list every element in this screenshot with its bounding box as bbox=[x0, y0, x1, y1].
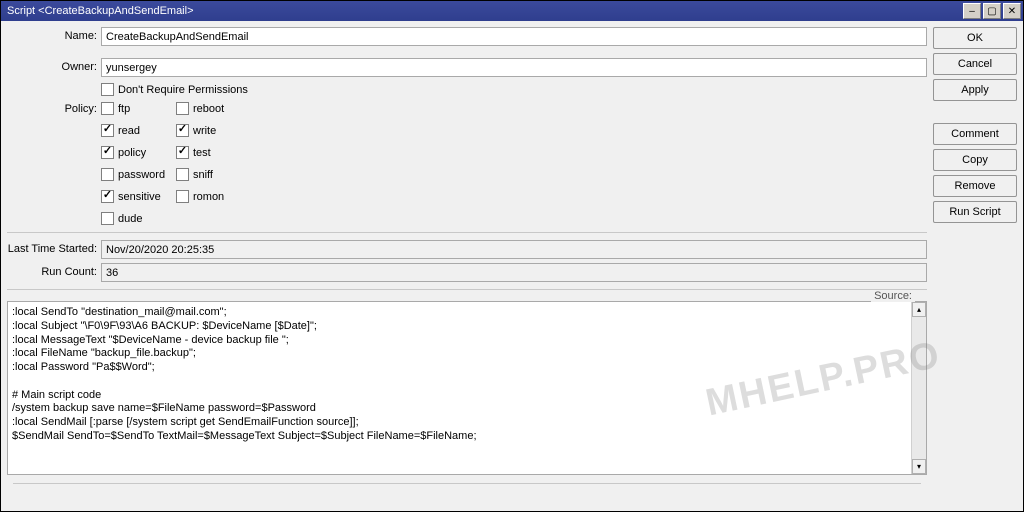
policy-dude-checkbox[interactable] bbox=[101, 212, 114, 225]
dont-require-permissions-checkbox[interactable] bbox=[101, 83, 114, 96]
copy-button[interactable]: Copy bbox=[933, 149, 1017, 171]
comment-button[interactable]: Comment bbox=[933, 123, 1017, 145]
source-label: Source: bbox=[871, 290, 915, 302]
owner-label: Owner: bbox=[7, 58, 97, 73]
policy-romon-checkbox[interactable] bbox=[176, 190, 189, 203]
name-input[interactable] bbox=[101, 27, 927, 46]
policy-grid: ftp reboot read write policy test passwo… bbox=[101, 100, 296, 225]
run-count-value: 36 bbox=[101, 263, 927, 282]
scroll-up-icon[interactable]: ▴ bbox=[912, 302, 926, 317]
maximize-button[interactable]: ▢ bbox=[983, 3, 1001, 19]
policy-write-checkbox[interactable] bbox=[176, 124, 189, 137]
policy-sensitive-checkbox[interactable] bbox=[101, 190, 114, 203]
status-bar bbox=[13, 483, 921, 501]
cancel-button[interactable]: Cancel bbox=[933, 53, 1017, 75]
script-dialog: Script <CreateBackupAndSendEmail> – ▢ ✕ … bbox=[0, 0, 1024, 512]
scrollbar[interactable]: ▴ ▾ bbox=[911, 302, 926, 474]
last-started-value: Nov/20/2020 20:25:35 bbox=[101, 240, 927, 259]
policy-ftp-checkbox[interactable] bbox=[101, 102, 114, 115]
titlebar[interactable]: Script <CreateBackupAndSendEmail> – ▢ ✕ bbox=[1, 1, 1023, 21]
minimize-button[interactable]: – bbox=[963, 3, 981, 19]
policy-policy-checkbox[interactable] bbox=[101, 146, 114, 159]
owner-input[interactable] bbox=[101, 58, 927, 77]
ok-button[interactable]: OK bbox=[933, 27, 1017, 49]
window-title: Script <CreateBackupAndSendEmail> bbox=[7, 5, 963, 17]
apply-button[interactable]: Apply bbox=[933, 79, 1017, 101]
run-script-button[interactable]: Run Script bbox=[933, 201, 1017, 223]
run-count-label: Run Count: bbox=[7, 263, 97, 278]
policy-password-checkbox[interactable] bbox=[101, 168, 114, 181]
button-column: OK Cancel Apply Comment Copy Remove Run … bbox=[933, 27, 1017, 505]
last-started-label: Last Time Started: bbox=[7, 240, 97, 255]
policy-label: Policy: bbox=[7, 100, 97, 115]
policy-reboot-checkbox[interactable] bbox=[176, 102, 189, 115]
source-editor[interactable]: :local SendTo "destination_mail@mail.com… bbox=[7, 301, 927, 475]
scroll-down-icon[interactable]: ▾ bbox=[912, 459, 926, 474]
dont-require-permissions-label: Don't Require Permissions bbox=[118, 84, 248, 96]
name-label: Name: bbox=[7, 27, 97, 42]
remove-button[interactable]: Remove bbox=[933, 175, 1017, 197]
titlebar-buttons: – ▢ ✕ bbox=[963, 3, 1021, 19]
policy-sniff-checkbox[interactable] bbox=[176, 168, 189, 181]
close-button[interactable]: ✕ bbox=[1003, 3, 1021, 19]
policy-read-checkbox[interactable] bbox=[101, 124, 114, 137]
source-text[interactable]: :local SendTo "destination_mail@mail.com… bbox=[8, 302, 911, 474]
policy-test-checkbox[interactable] bbox=[176, 146, 189, 159]
